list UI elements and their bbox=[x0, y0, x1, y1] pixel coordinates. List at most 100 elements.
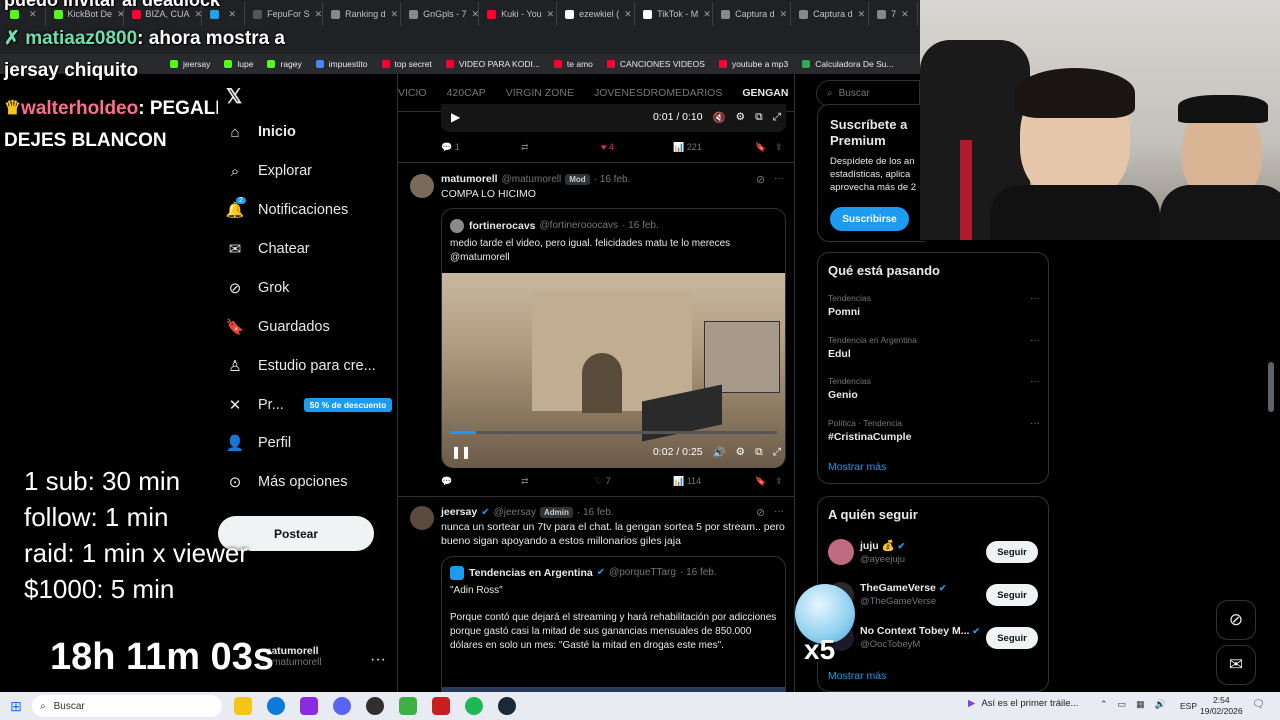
follow-suggestion[interactable]: juju 💰 ✔ @ayeejuju Seguir bbox=[828, 537, 1040, 573]
notifications-icon[interactable]: 🗨 bbox=[1252, 699, 1265, 710]
nav-item-grok[interactable]: ⊘ Grok bbox=[226, 279, 290, 297]
retweet-icon[interactable]: ⇄ bbox=[521, 476, 595, 487]
retweet-icon[interactable]: ⇄ bbox=[521, 142, 601, 153]
pip-icon[interactable]: ⧉ bbox=[755, 446, 763, 459]
quoted-tweet-2[interactable]: Tendencias en Argentina ✔ @porqueTTarg ·… bbox=[441, 556, 786, 692]
tab-close-icon[interactable]: ✕ bbox=[780, 9, 788, 20]
volume-icon[interactable]: 🔊 bbox=[1155, 699, 1166, 710]
more-icon[interactable]: ··· bbox=[1030, 335, 1040, 346]
author-handle[interactable]: @jeersay bbox=[494, 507, 536, 518]
grok-icon[interactable]: ⊘ bbox=[756, 173, 765, 186]
bookmark-item[interactable]: CANCIONES VIDEOS bbox=[606, 59, 705, 69]
play-icon[interactable]: ▶ bbox=[451, 110, 460, 124]
like-icon[interactable]: ♡ 7 bbox=[595, 476, 673, 487]
bookmark-item[interactable]: VIDEO PARA KODI... bbox=[445, 59, 540, 69]
browser-tab[interactable]: 7 ✕ bbox=[869, 2, 918, 26]
bookmark-item[interactable]: jeersay bbox=[170, 59, 210, 69]
edge-icon[interactable] bbox=[267, 697, 285, 715]
bookmark-icon[interactable]: 🔖 bbox=[755, 476, 775, 487]
list-tab[interactable]: 420CAP bbox=[447, 87, 486, 99]
tab-close-icon[interactable]: ✕ bbox=[624, 9, 632, 20]
spotify-icon[interactable] bbox=[465, 697, 483, 715]
file-explorer-icon[interactable] bbox=[234, 697, 252, 715]
grok-float-icon[interactable]: ⊘ bbox=[1216, 600, 1256, 640]
author-name[interactable]: jeersay bbox=[441, 506, 477, 518]
tab-close-icon[interactable]: ✕ bbox=[229, 9, 237, 20]
video-progress[interactable] bbox=[450, 431, 777, 434]
messages-float-icon[interactable]: ✉ bbox=[1216, 645, 1256, 685]
account-switcher[interactable]: matumorell @matumorell ··· bbox=[262, 645, 392, 677]
browser-tab[interactable]: GnGpls - 7 ✕ bbox=[401, 2, 480, 26]
app-green-icon[interactable] bbox=[399, 697, 417, 715]
nav-item-estudio-para-cre[interactable]: ♙ Estudio para cre... bbox=[226, 357, 375, 375]
nav-item-más-opciones[interactable]: ⊙ Más opciones bbox=[226, 473, 348, 491]
settings-icon[interactable]: ⚙ bbox=[736, 446, 745, 458]
more-icon[interactable]: ··· bbox=[1030, 376, 1040, 387]
x-logo-icon[interactable]: 𝕏 bbox=[226, 84, 242, 109]
nav-item-chatear[interactable]: ✉ Chatear bbox=[226, 240, 310, 258]
tab-close-icon[interactable]: ✕ bbox=[703, 9, 711, 20]
tab-close-icon[interactable]: ✕ bbox=[391, 9, 399, 20]
bookmark-item[interactable]: te amo bbox=[553, 59, 593, 69]
browser-tab[interactable]: Captura d ✕ bbox=[713, 2, 792, 26]
browser-tab[interactable]: Captura d ✕ bbox=[791, 2, 870, 26]
list-tab[interactable]: JOVENESDROMEDARIOS bbox=[594, 87, 722, 99]
network-icon[interactable]: ▦ bbox=[1136, 699, 1145, 710]
news-widget[interactable]: ▶ Así es el primer tráile... bbox=[968, 698, 1078, 709]
usb-icon[interactable]: ▭ bbox=[1118, 699, 1127, 710]
quoted-tweet-1[interactable]: fortinerocavs @fortinerooocavs · 16 feb.… bbox=[441, 208, 786, 468]
more-icon[interactable]: ··· bbox=[1030, 293, 1040, 304]
like-icon[interactable]: ♥ 4 bbox=[601, 142, 673, 153]
nav-item-pr[interactable]: ✕ Pr... 50 % de descuento bbox=[226, 396, 393, 414]
more-dots-icon[interactable]: ··· bbox=[370, 651, 386, 669]
show-more-link[interactable]: Mostrar más bbox=[828, 670, 886, 682]
search-box[interactable]: ⌕ Buscar bbox=[816, 80, 920, 107]
steam-icon[interactable] bbox=[498, 697, 516, 715]
avatar[interactable] bbox=[410, 506, 434, 530]
chevron-up-icon[interactable]: ⌃ bbox=[1100, 699, 1108, 710]
avatar[interactable] bbox=[410, 174, 434, 198]
author-name[interactable]: matumorell bbox=[441, 173, 498, 185]
more-icon[interactable]: ··· bbox=[774, 506, 784, 517]
reply-icon[interactable]: 💬 1 bbox=[441, 142, 521, 153]
tab-close-icon[interactable]: ✕ bbox=[858, 9, 866, 20]
video-thumbnail[interactable] bbox=[442, 273, 785, 468]
follow-button[interactable]: Seguir bbox=[986, 584, 1038, 606]
pause-icon[interactable]: ❚❚ bbox=[451, 445, 471, 459]
volume-icon[interactable]: 🔊 bbox=[713, 446, 726, 459]
clock[interactable]: 2:54 19/02/2026 bbox=[1200, 695, 1243, 717]
views-icon[interactable]: 📊 114 bbox=[673, 476, 755, 487]
nav-item-inicio[interactable]: ⌂ Inicio bbox=[226, 123, 295, 141]
tab-close-icon[interactable]: ✕ bbox=[901, 9, 909, 20]
obs-icon[interactable] bbox=[366, 697, 384, 715]
chevron-down-icon[interactable]: ⌄ bbox=[792, 87, 794, 99]
browser-tab[interactable]: TikTok - M ✕ bbox=[635, 2, 714, 26]
browser-tab[interactable]: Kuki - You ✕ bbox=[479, 2, 558, 26]
list-tab[interactable]: VICIO bbox=[398, 87, 427, 99]
bookmark-icon[interactable]: 🔖 bbox=[755, 142, 775, 153]
windows-start-icon[interactable]: ⊞ bbox=[0, 698, 32, 715]
trend-item[interactable]: Tendencias Pomni ··· bbox=[828, 293, 1040, 318]
fullscreen-icon[interactable]: ⤢ bbox=[773, 111, 781, 124]
video-app-icon[interactable] bbox=[432, 697, 450, 715]
trend-item[interactable]: Tendencias Genio ··· bbox=[828, 376, 1040, 401]
follow-suggestion[interactable]: No Context Tobey M... ✔ @OocTobeyM Seguir bbox=[828, 623, 1040, 659]
tab-close-icon[interactable]: ✕ bbox=[472, 9, 478, 20]
bookmark-item[interactable]: top secret bbox=[381, 59, 432, 69]
tab-close-icon[interactable]: ✕ bbox=[547, 9, 555, 20]
list-tab[interactable]: GENGAN bbox=[742, 87, 788, 99]
discord-icon[interactable] bbox=[333, 697, 351, 715]
trend-item[interactable]: Política · Tendencia #CristinaCumple ··· bbox=[828, 418, 1040, 443]
scrollbar[interactable] bbox=[1268, 362, 1274, 412]
bookmark-item[interactable]: lupe bbox=[224, 59, 253, 69]
bookmark-item[interactable]: youtube a mp3 bbox=[718, 59, 788, 69]
nav-item-notificaciones[interactable]: 🔔 Notificaciones 2 bbox=[226, 197, 348, 219]
nav-item-perfil[interactable]: 👤 Perfil bbox=[226, 434, 291, 452]
fullscreen-icon[interactable]: ⤢ bbox=[773, 446, 781, 459]
browser-tab[interactable]: ezewkiel (✕ bbox=[557, 2, 636, 26]
tray-icons[interactable]: ⌃ ▭ ▦ 🔊 bbox=[1100, 699, 1166, 710]
browser-tab[interactable]: Ranking d ✕ bbox=[323, 2, 402, 26]
more-icon[interactable]: ··· bbox=[774, 173, 784, 184]
nav-item-explorar[interactable]: ⌕ Explorar bbox=[226, 162, 312, 180]
nav-item-guardados[interactable]: 🔖 Guardados bbox=[226, 318, 330, 336]
